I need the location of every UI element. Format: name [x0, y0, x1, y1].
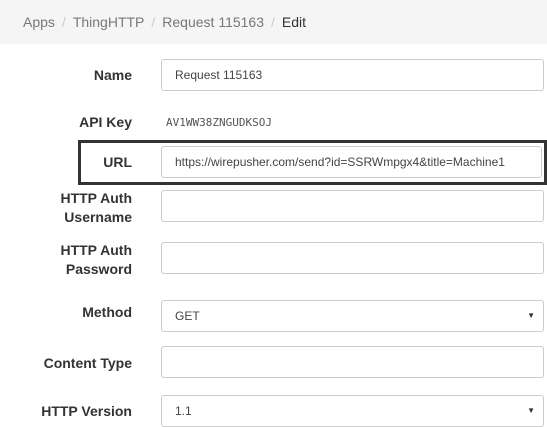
breadcrumb-thinghttp[interactable]: ThingHTTP: [73, 14, 145, 30]
content-type-input[interactable]: [161, 346, 544, 378]
breadcrumb-apps[interactable]: Apps: [23, 14, 55, 30]
method-select[interactable]: GET ▼: [161, 300, 544, 332]
http-auth-password-input[interactable]: [161, 242, 544, 274]
breadcrumb-separator: /: [271, 14, 275, 30]
http-auth-password-label: HTTP Auth Password: [0, 241, 132, 279]
breadcrumb-request[interactable]: Request 115163: [162, 14, 264, 30]
breadcrumb-edit: Edit: [281, 14, 307, 30]
api-key-label: API Key: [79, 114, 132, 130]
name-label: Name: [93, 67, 132, 83]
http-version-label: HTTP Version: [41, 403, 132, 419]
http-version-select[interactable]: 1.1 ▼: [161, 395, 544, 427]
method-label: Method: [82, 304, 132, 320]
http-auth-username-input[interactable]: [161, 190, 544, 222]
breadcrumb: Apps / ThingHTTP / Request 115163 / Edit: [0, 0, 547, 44]
url-input[interactable]: https://wirepusher.com/send?id=SSRWmpgx4…: [161, 146, 542, 178]
method-select-value: GET: [175, 309, 200, 323]
http-auth-username-label-line1: HTTP Auth: [60, 190, 132, 206]
http-auth-password-label-line1: HTTP Auth: [60, 242, 132, 258]
api-key-value: AV1WW38ZNGUDKSOJ: [166, 116, 272, 129]
breadcrumb-separator: /: [151, 14, 156, 30]
chevron-down-icon: ▼: [527, 311, 535, 320]
breadcrumb-separator: /: [61, 14, 66, 30]
http-auth-username-label-line2: Username: [64, 209, 132, 225]
url-label: URL: [103, 154, 132, 170]
content-type-label: Content Type: [43, 355, 132, 371]
name-input[interactable]: Request 115163: [161, 59, 544, 91]
chevron-down-icon: ▼: [527, 406, 535, 415]
http-auth-password-label-line2: Password: [65, 261, 132, 277]
http-auth-username-label: HTTP Auth Username: [0, 189, 132, 227]
http-version-select-value: 1.1: [175, 404, 192, 418]
